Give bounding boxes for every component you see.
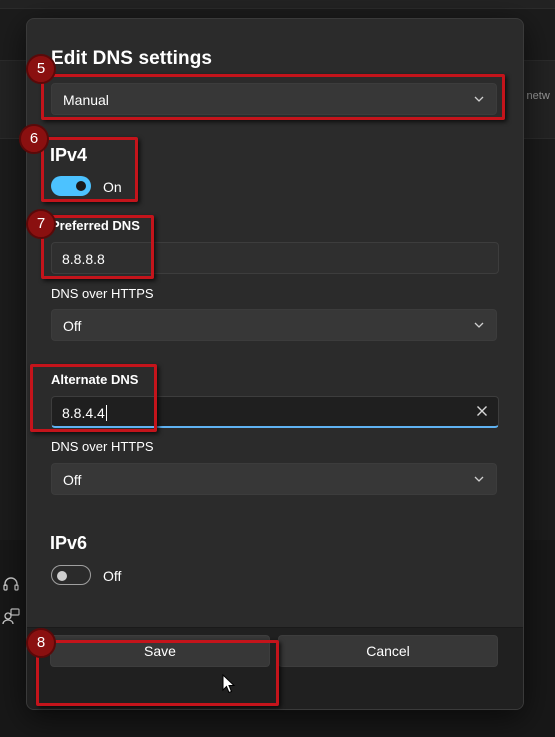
- annotation-badge-6: 6: [19, 124, 49, 154]
- annotation-badge-7: 7: [26, 209, 56, 239]
- alternate-doh-select[interactable]: Off: [51, 463, 497, 495]
- highlight-box-preferred: [41, 215, 154, 279]
- ipv6-toggle-state: Off: [103, 568, 122, 584]
- ipv6-heading: IPv6: [50, 533, 88, 553]
- ipv6-toggle[interactable]: [51, 565, 91, 585]
- annotation-badge-5: 5: [26, 54, 56, 84]
- alternate-doh-value: Off: [63, 472, 82, 488]
- chevron-down-icon: [474, 322, 484, 328]
- close-icon[interactable]: [476, 405, 488, 417]
- toggle-knob: [57, 571, 67, 581]
- background-row: [0, 0, 555, 8]
- preferred-doh-select[interactable]: Off: [51, 309, 497, 341]
- person-feedback-icon[interactable]: [2, 607, 20, 625]
- highlight-box-alternate: [30, 364, 157, 432]
- headset-icon[interactable]: [2, 576, 20, 594]
- divider: [0, 8, 555, 9]
- chevron-down-icon: [474, 476, 484, 482]
- mouse-pointer-icon: [222, 674, 236, 694]
- annotation-badge-8: 8: [26, 628, 56, 658]
- highlight-box-ipv4: [41, 137, 138, 202]
- preferred-doh-value: Off: [63, 318, 82, 334]
- dialog-title: Edit DNS settings: [51, 48, 213, 69]
- cancel-button[interactable]: Cancel: [278, 635, 498, 667]
- alternate-doh-label: DNS over HTTPS: [51, 439, 154, 454]
- preferred-doh-label: DNS over HTTPS: [51, 286, 154, 301]
- highlight-box-save: [36, 640, 279, 706]
- highlight-box-mode: [41, 74, 505, 120]
